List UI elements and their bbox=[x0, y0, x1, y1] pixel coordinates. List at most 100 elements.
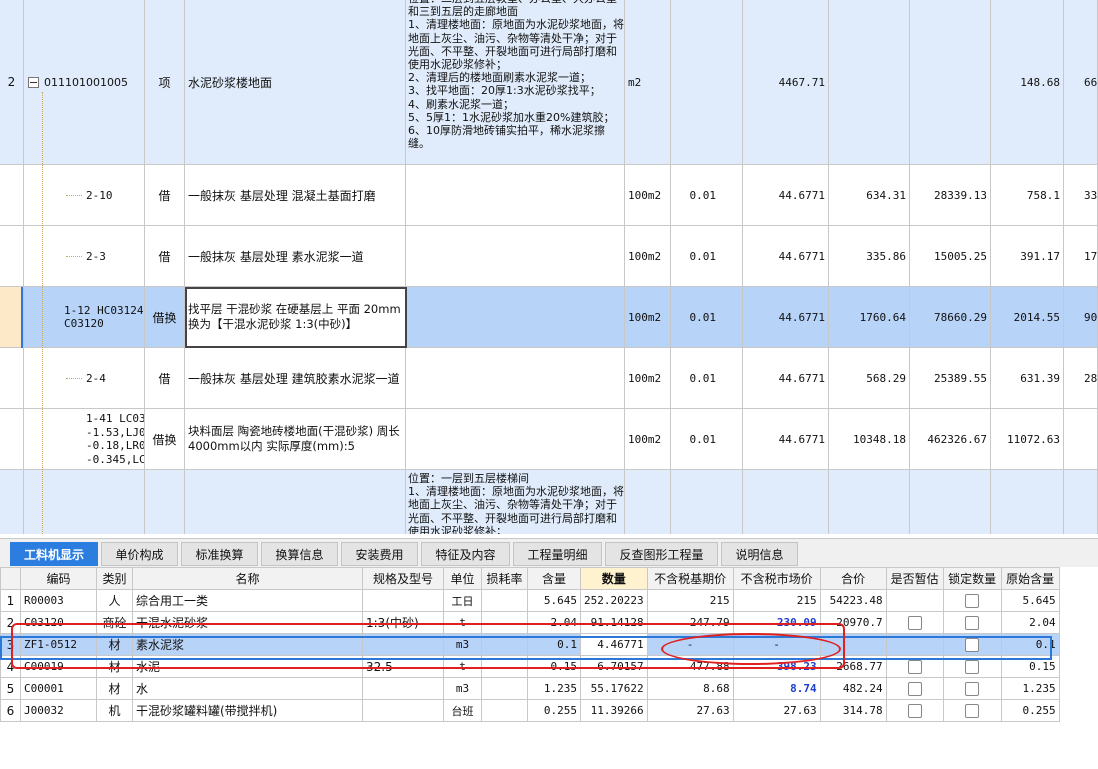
quota-name[interactable]: 一般抹灰 基层处理 建筑胶素水泥浆一道 bbox=[185, 348, 406, 409]
checkbox[interactable] bbox=[965, 703, 980, 718]
col-loss-rate[interactable]: 损耗率 bbox=[481, 567, 528, 590]
checkbox[interactable] bbox=[965, 659, 980, 674]
material-name[interactable]: 素水泥浆 bbox=[132, 633, 363, 656]
col-spec[interactable]: 规格及型号 bbox=[362, 567, 444, 590]
checkbox[interactable] bbox=[907, 703, 922, 718]
material-quantity[interactable]: 11.39266 bbox=[580, 699, 648, 722]
material-spec[interactable] bbox=[362, 633, 444, 656]
material-name[interactable]: 水泥 bbox=[132, 655, 363, 678]
quota-qty-expr[interactable]: 0.01 bbox=[671, 226, 743, 287]
quota-name[interactable]: 一般抹灰 基层处理 素水泥浆一道 bbox=[185, 226, 406, 287]
tab-reverse-graphic-quantity[interactable]: 反查图形工程量 bbox=[605, 542, 718, 566]
collapse-icon[interactable] bbox=[28, 76, 39, 88]
material-market-price[interactable]: 215 bbox=[732, 589, 821, 612]
material-quantity[interactable]: 55.17622 bbox=[580, 677, 648, 700]
tab-unit-price-composition[interactable]: 单价构成 bbox=[101, 542, 178, 566]
material-spec[interactable] bbox=[362, 699, 444, 722]
col-name[interactable]: 名称 bbox=[132, 567, 363, 590]
material-content[interactable]: 1.235 bbox=[527, 677, 581, 700]
checkbox[interactable] bbox=[907, 615, 922, 630]
material-spec[interactable]: 1:3(中砂) bbox=[362, 611, 444, 634]
tab-features-content[interactable]: 特征及内容 bbox=[421, 542, 510, 566]
checkbox[interactable] bbox=[965, 637, 980, 652]
tab-labor-material[interactable]: 工料机显示 bbox=[10, 542, 98, 566]
provisional-checkbox[interactable] bbox=[885, 633, 944, 656]
material-name[interactable]: 综合用工一类 bbox=[132, 589, 363, 612]
col-market-price[interactable]: 不含税市场价 bbox=[732, 567, 821, 590]
tab-conversion-info[interactable]: 换算信息 bbox=[261, 542, 338, 566]
checkbox[interactable] bbox=[907, 681, 922, 696]
col-provisional[interactable]: 是否暂估 bbox=[885, 567, 944, 590]
quota-row[interactable]: 2-3 借 一般抹灰 基层处理 素水泥浆一道 100m2 0.01 44.677… bbox=[0, 226, 1098, 287]
provisional-checkbox[interactable] bbox=[885, 655, 944, 678]
quota-row[interactable]: 1-41 LC03124 -1.53,LJ00032 -0.18,LR00003… bbox=[0, 409, 1098, 470]
col-unit[interactable]: 单位 bbox=[443, 567, 482, 590]
material-market-price[interactable]: 230.09 bbox=[732, 611, 821, 634]
col-quantity[interactable]: 数量 bbox=[580, 567, 648, 590]
material-quantity[interactable]: 252.20223 bbox=[580, 589, 648, 612]
col-base-price[interactable]: 不含税基期价 bbox=[646, 567, 734, 590]
col-code[interactable]: 编码 bbox=[20, 567, 97, 590]
material-row[interactable]: 3 ZF1-0512 材素水泥浆 m3 0.1 4.46771- -0.1 bbox=[0, 633, 1060, 656]
quota-qty-expr[interactable]: 0.01 bbox=[671, 348, 743, 409]
material-name[interactable]: 干混砂浆罐料罐(带搅拌机) bbox=[132, 699, 363, 722]
material-market-price[interactable]: 8.74 bbox=[732, 677, 821, 700]
material-loss-rate[interactable] bbox=[481, 699, 528, 722]
provisional-checkbox[interactable] bbox=[885, 611, 944, 634]
col-content[interactable]: 含量 bbox=[527, 567, 581, 590]
material-row[interactable]: 5 C00001 材水 m3 1.235 55.17622 8.68 8.74 482.24 1.… bbox=[0, 677, 1060, 700]
material-content[interactable]: 5.645 bbox=[527, 589, 581, 612]
material-name[interactable]: 水 bbox=[132, 677, 363, 700]
bill-item-row[interactable]: 2 011101001005 项 水泥砂浆楼地面 位置：二层到五层教室、办公室、… bbox=[0, 0, 1098, 165]
provisional-checkbox[interactable] bbox=[885, 589, 944, 612]
material-market-price[interactable]: - bbox=[732, 633, 821, 656]
quota-qty-expr[interactable]: 0.01 bbox=[671, 287, 743, 348]
item-name[interactable]: 水泥砂浆楼地面 bbox=[185, 0, 406, 165]
material-content[interactable]: 0.255 bbox=[527, 699, 581, 722]
lock-quantity-checkbox[interactable] bbox=[942, 589, 1002, 612]
provisional-checkbox[interactable] bbox=[885, 677, 944, 700]
tab-quantity-details[interactable]: 工程量明细 bbox=[513, 542, 602, 566]
material-market-price[interactable]: 27.63 bbox=[732, 699, 821, 722]
lock-quantity-checkbox[interactable] bbox=[942, 655, 1002, 678]
material-quantity[interactable]: 4.46771 bbox=[580, 633, 648, 656]
material-row[interactable]: 4 C00019 材水泥 32.5 t 0.15 6.70157 477.88 398.23 26… bbox=[0, 655, 1060, 678]
material-spec[interactable] bbox=[362, 589, 444, 612]
col-original-content[interactable]: 原始含量 bbox=[1000, 567, 1060, 590]
col-lock-quantity[interactable]: 锁定数量 bbox=[942, 567, 1002, 590]
quota-name[interactable]: 一般抹灰 基层处理 混凝土基面打磨 bbox=[185, 165, 406, 226]
checkbox[interactable] bbox=[907, 659, 922, 674]
material-quantity[interactable]: 91.14128 bbox=[580, 611, 648, 634]
material-content[interactable]: 0.1 bbox=[527, 633, 581, 656]
provisional-checkbox[interactable] bbox=[885, 699, 944, 722]
lock-quantity-checkbox[interactable] bbox=[942, 611, 1002, 634]
tab-installation-fee[interactable]: 安装费用 bbox=[341, 542, 418, 566]
lock-quantity-checkbox[interactable] bbox=[942, 633, 1002, 656]
item-quantity[interactable]: 4467.71 bbox=[743, 0, 829, 165]
material-content[interactable]: 2.04 bbox=[527, 611, 581, 634]
quota-qty-expr[interactable]: 0.01 bbox=[671, 409, 743, 470]
material-row[interactable]: 2 C03120 商砼 干混水泥砂浆 1:3(中砂) t 2.04 91.14128 247.7… bbox=[0, 611, 1060, 634]
material-loss-rate[interactable] bbox=[481, 677, 528, 700]
lock-quantity-checkbox[interactable] bbox=[942, 699, 1002, 722]
tab-description[interactable]: 说明信息 bbox=[721, 542, 798, 566]
material-row[interactable]: 6 J00032 机干混砂浆罐料罐(带搅拌机) 台班 0.255 11.39266 27.6… bbox=[0, 699, 1060, 722]
material-name[interactable]: 干混水泥砂浆 bbox=[132, 611, 363, 634]
checkbox[interactable] bbox=[965, 593, 980, 608]
checkbox[interactable] bbox=[965, 681, 980, 696]
material-loss-rate[interactable] bbox=[481, 611, 528, 634]
material-spec[interactable] bbox=[362, 677, 444, 700]
quota-qty-expr[interactable]: 0.01 bbox=[671, 165, 743, 226]
material-market-price[interactable]: 398.23 bbox=[732, 655, 821, 678]
material-quantity[interactable]: 6.70157 bbox=[580, 655, 648, 678]
col-total[interactable]: 合价 bbox=[819, 567, 887, 590]
checkbox[interactable] bbox=[965, 615, 980, 630]
lock-quantity-checkbox[interactable] bbox=[942, 677, 1002, 700]
col-category[interactable]: 类别 bbox=[96, 567, 133, 590]
material-content[interactable]: 0.15 bbox=[527, 655, 581, 678]
material-loss-rate[interactable] bbox=[481, 633, 528, 656]
material-loss-rate[interactable] bbox=[481, 655, 528, 678]
material-loss-rate[interactable] bbox=[481, 589, 528, 612]
material-row[interactable]: 1 R00003 人综合用工一类 工日 5.645 252.20223 215 215 5422… bbox=[0, 589, 1060, 612]
quota-row[interactable]: 2-4 借 一般抹灰 基层处理 建筑胶素水泥浆一道 100m2 0.01 44.… bbox=[0, 348, 1098, 409]
